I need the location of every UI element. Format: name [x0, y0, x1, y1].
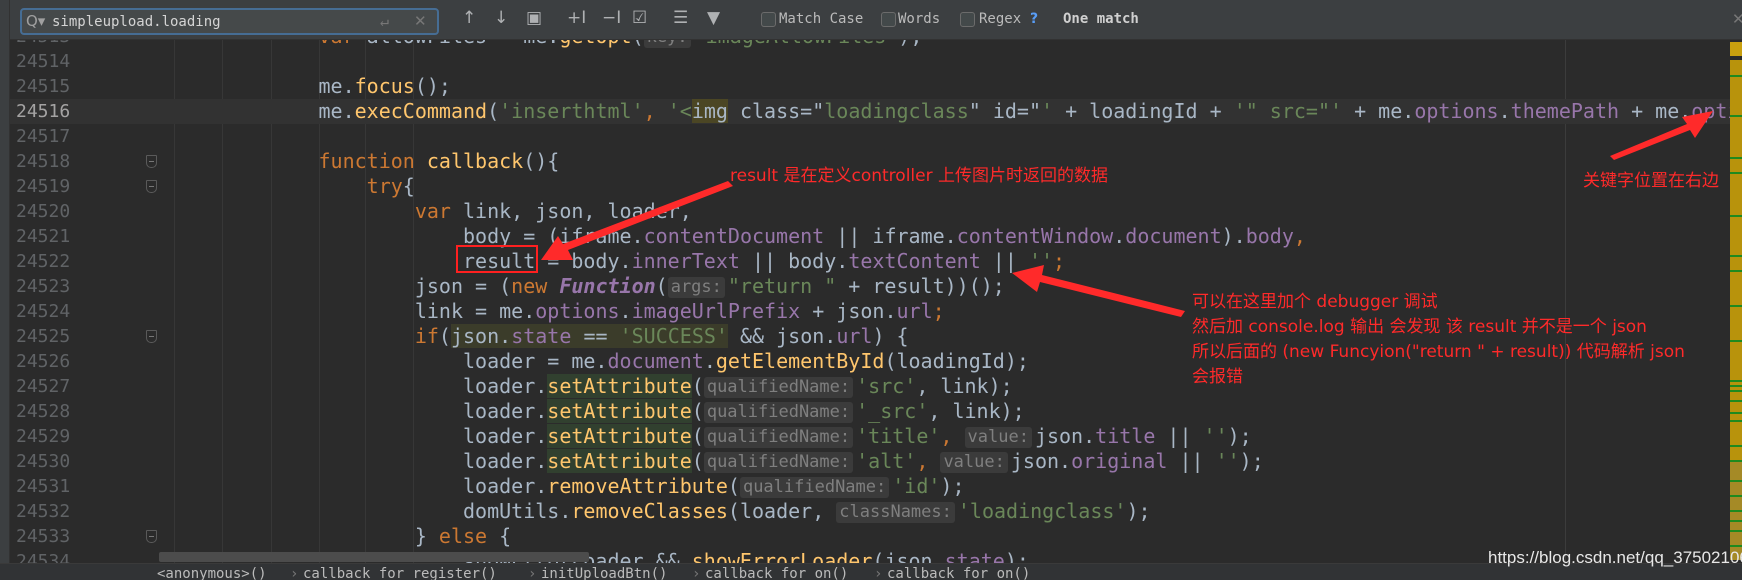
arrow-to-result — [541, 181, 733, 260]
arrow-to-scroll-marker — [1610, 111, 1713, 160]
watermark: https://blog.csdn.net/qq_37502106 — [1488, 548, 1742, 567]
annotation-arrows — [541, 111, 1713, 317]
arrow-to-function-call — [1012, 265, 1185, 317]
